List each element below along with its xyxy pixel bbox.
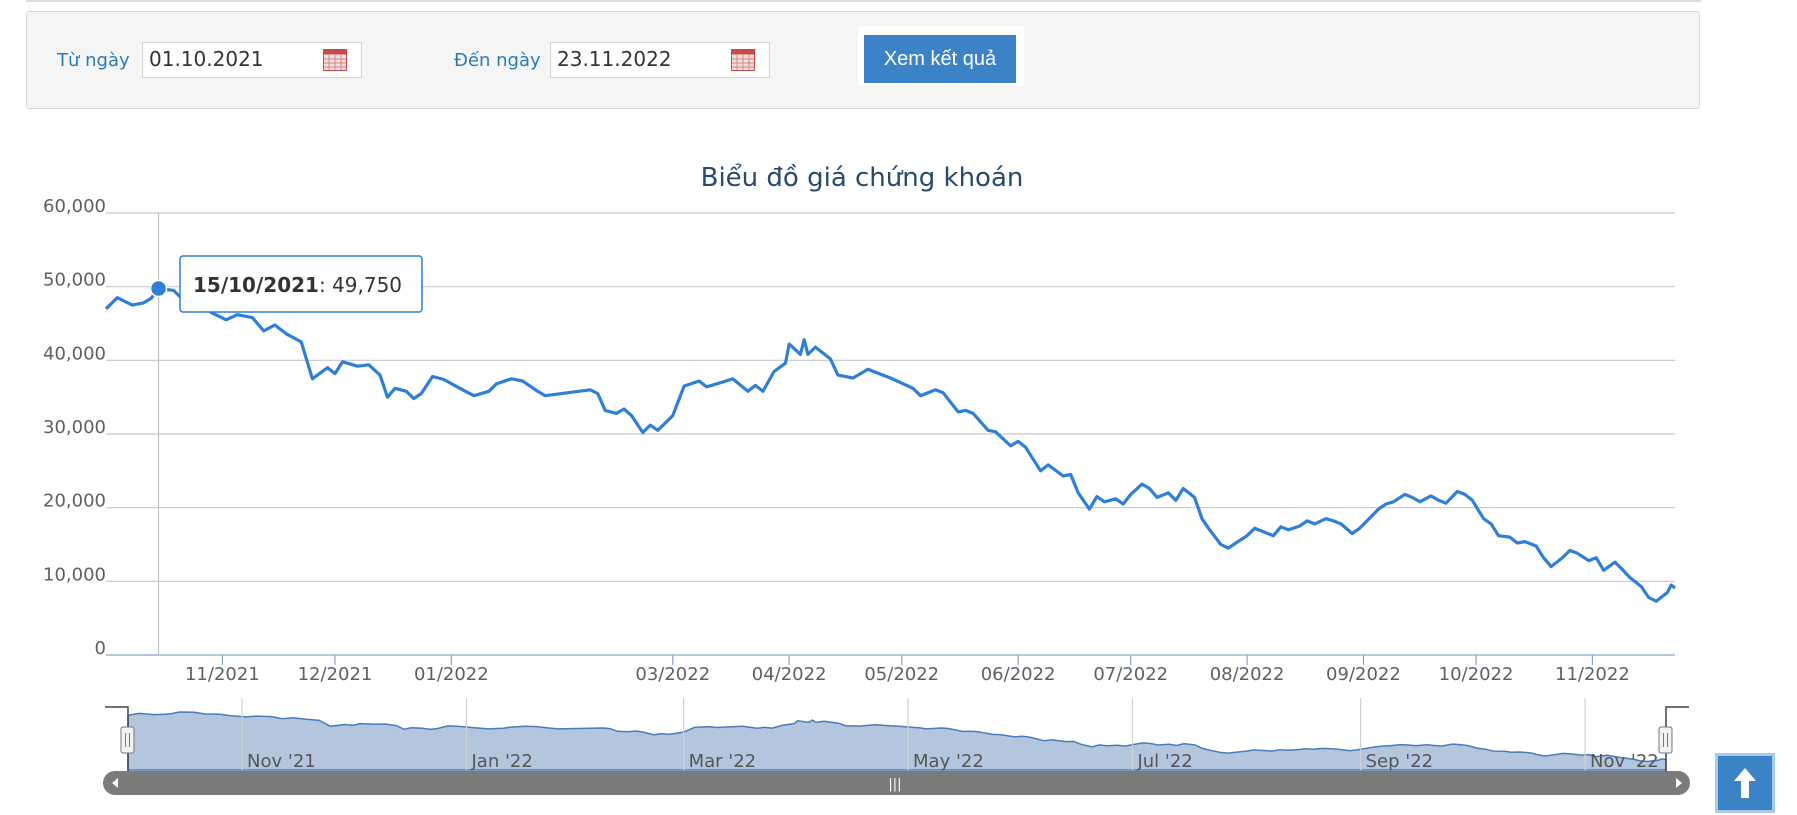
- x-tick-label: 09/2022: [1326, 664, 1401, 685]
- x-tick-label: 11/2021: [185, 664, 260, 685]
- scroll-to-top-button[interactable]: [1715, 753, 1775, 813]
- tooltip-date: 15/10/2021: [193, 273, 319, 297]
- x-tick-label: 03/2022: [635, 664, 710, 685]
- navigator-label: Nov '21: [247, 751, 316, 772]
- y-tick-label: 50,000: [43, 270, 106, 291]
- navigator-label: Mar '22: [689, 751, 757, 772]
- y-tick-label: 20,000: [43, 491, 106, 512]
- x-tick-label: 04/2022: [752, 664, 827, 685]
- x-tick-label: 07/2022: [1093, 664, 1168, 685]
- tooltip-value: 49,750: [332, 273, 402, 297]
- x-tick-label: 01/2022: [414, 664, 489, 685]
- navigator-left-handle[interactable]: [120, 726, 135, 754]
- y-tick-label: 40,000: [43, 343, 106, 364]
- navigator-label: May '22: [913, 751, 984, 772]
- navigator-right-handle[interactable]: [1658, 726, 1673, 754]
- x-tick-label: 11/2022: [1555, 664, 1630, 685]
- y-tick-label: 10,000: [43, 564, 106, 585]
- y-tick-label: 0: [95, 638, 106, 659]
- navigator-label: Nov '22: [1590, 751, 1659, 772]
- x-tick-label: 10/2022: [1439, 664, 1514, 685]
- x-tick-label: 12/2021: [298, 664, 373, 685]
- stock-price-chart: Biểu đồ giá chứng khoán 0 10,000 20,000 30,…: [43, 162, 1690, 795]
- y-tick-label: 60,000: [43, 196, 106, 217]
- tooltip-separator: :: [319, 273, 332, 297]
- navigator-label: Sep '22: [1366, 751, 1434, 772]
- x-tick-label: 05/2022: [864, 664, 939, 685]
- tooltip: 15/10/2021: 49,750: [179, 255, 423, 313]
- navigator-label: Jul '22: [1136, 751, 1192, 772]
- y-tick-label: 30,000: [43, 417, 106, 438]
- price-series-line[interactable]: [104, 286, 1676, 603]
- navigator-label: Jan '22: [471, 751, 533, 772]
- x-tick-label: 08/2022: [1210, 664, 1285, 685]
- arrow-up-icon: [1734, 768, 1756, 798]
- tooltip-text: 15/10/2021: 49,750: [193, 273, 402, 297]
- x-tick-label: 06/2022: [981, 664, 1056, 685]
- chart-title: Biểu đồ giá chứng khoán: [701, 162, 1024, 193]
- navigator[interactable]: Nov '21 Jan '22 Mar '22 May '22 Jul '22 Sep '…: [105, 698, 1689, 778]
- hovered-data-point[interactable]: [149, 279, 168, 298]
- scrollbar-grip[interactable]: |||: [888, 777, 901, 792]
- navigator-area: [127, 711, 1667, 771]
- scrollbar[interactable]: |||: [103, 771, 1690, 795]
